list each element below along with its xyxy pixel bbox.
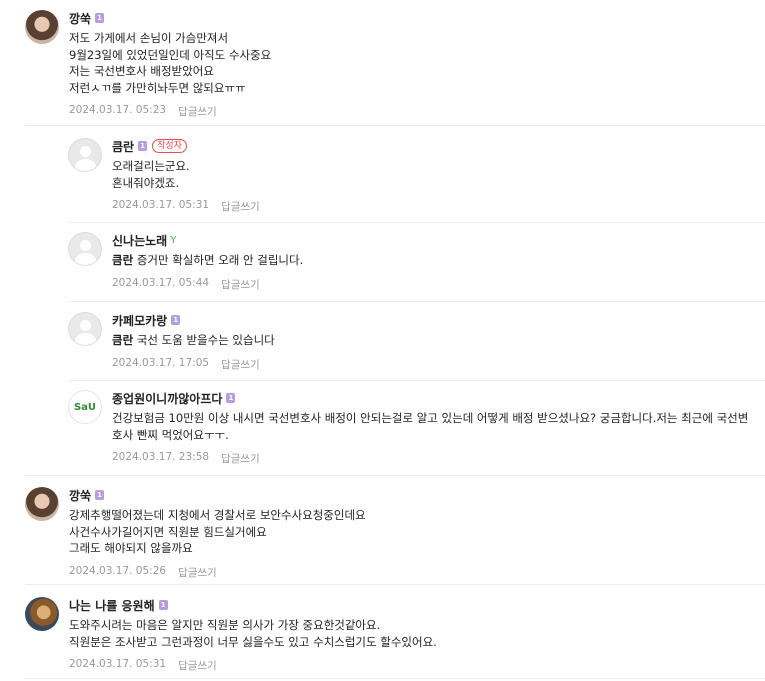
member-level-icon: 1 xyxy=(226,393,236,403)
avatar[interactable] xyxy=(25,10,59,44)
comment-date: 2024.03.17. 17:05 xyxy=(112,356,210,369)
comment-text: 큼란 증거만 확실하면 오래 안 걸립니다. xyxy=(112,252,303,269)
comment-item: 깡쑥 1 강제추행떨어졌는데 지청에서 경찰서로 보안수사요청중인데요 사건수사… xyxy=(25,487,366,580)
member-level-icon: 1 xyxy=(171,315,181,325)
reply-item: 큼란 1 작성자 오래걸리는군요. 혼내줘야겠죠. 2024.03.17. 05… xyxy=(68,138,260,214)
member-level-icon: 1 xyxy=(138,141,148,151)
reply-button[interactable]: 답글쓰기 xyxy=(178,658,217,673)
sprout-icon: Y xyxy=(170,234,177,246)
comment-body: 증거만 확실하면 오래 안 걸립니다. xyxy=(136,253,304,267)
reply-item: SaU 종업원이니까않아프다 1 건강보험금 10만원 이상 내시면 국선변호사… xyxy=(68,390,752,466)
comment-nickname[interactable]: 나는 나를 응원해 xyxy=(69,597,155,614)
comment-divider xyxy=(25,475,765,476)
comment-divider xyxy=(25,584,765,585)
mention-tag[interactable]: 큼란 xyxy=(112,333,133,347)
comment-nickname[interactable]: 카페모카랑 xyxy=(112,312,167,329)
comment-date: 2024.03.17. 05:31 xyxy=(112,199,210,211)
comment-item: 깡쑥 1 저도 가게에서 손님이 가슴만져서 9월23일에 있었던일인데 아직도… xyxy=(25,10,271,119)
reply-button[interactable]: 답글쓰기 xyxy=(221,451,260,466)
comment-item: 나는 나를 응원해 1 도와주시려는 마음은 알지만 직원분 의사가 가장 중요… xyxy=(25,597,437,673)
avatar[interactable] xyxy=(68,312,102,346)
avatar[interactable] xyxy=(68,138,102,172)
avatar[interactable]: SaU xyxy=(68,390,102,424)
comment-text: 큼란 국선 도움 받을수는 있습니다 xyxy=(112,332,275,349)
comment-thread: 깡쑥 1 저도 가게에서 손님이 가슴만져서 9월23일에 있었던일인데 아직도… xyxy=(0,0,765,681)
reply-button[interactable]: 답글쓰기 xyxy=(178,104,217,119)
reply-item: 신나는노래 Y 큼란 증거만 확실하면 오래 안 걸립니다. 2024.03.1… xyxy=(68,232,303,292)
comment-nickname[interactable]: 신나는노래 xyxy=(112,232,167,249)
comment-body: 국선 도움 받을수는 있습니다 xyxy=(136,333,275,347)
comment-divider xyxy=(68,222,765,223)
comment-date: 2024.03.17. 05:26 xyxy=(69,564,167,577)
reply-button[interactable]: 답글쓰기 xyxy=(221,357,260,372)
avatar[interactable] xyxy=(68,232,102,266)
reply-button[interactable]: 답글쓰기 xyxy=(178,565,217,580)
comment-date: 2024.03.17. 05:31 xyxy=(69,658,167,670)
comment-text: 오래걸리는군요. 혼내줘야겠죠. xyxy=(112,159,190,190)
comment-date: 2024.03.17. 05:23 xyxy=(69,104,167,116)
member-level-icon: 1 xyxy=(95,13,105,23)
comment-divider xyxy=(68,380,765,381)
mention-tag[interactable]: 큼란 xyxy=(112,253,133,267)
avatar[interactable] xyxy=(25,487,59,521)
comment-nickname[interactable]: 종업원이니까않아프다 xyxy=(112,390,222,407)
comment-divider xyxy=(25,125,765,126)
comment-text: 강제추행떨어졌는데 지청에서 경찰서로 보안수사요청중인데요 사건수사가길어지면… xyxy=(69,508,366,555)
avatar[interactable] xyxy=(25,597,59,631)
comment-divider xyxy=(25,678,765,679)
comment-nickname[interactable]: 깡쑥 xyxy=(69,10,91,27)
member-level-icon: 1 xyxy=(95,490,105,500)
comment-text: 도와주시려는 마음은 알지만 직원분 의사가 가장 중요한것같아요. 직원분은 … xyxy=(69,618,437,649)
comment-nickname[interactable]: 큼란 xyxy=(112,138,134,155)
reply-item: 카페모카랑 1 큼란 국선 도움 받을수는 있습니다 2024.03.17. 1… xyxy=(68,312,275,372)
comment-date: 2024.03.17. 05:44 xyxy=(112,276,210,289)
member-level-icon: 1 xyxy=(158,600,168,610)
comment-divider xyxy=(68,301,765,302)
reply-button[interactable]: 답글쓰기 xyxy=(221,199,260,214)
reply-button[interactable]: 답글쓰기 xyxy=(221,277,260,292)
author-badge: 작성자 xyxy=(152,139,187,153)
comment-text: 저도 가게에서 손님이 가슴만져서 9월23일에 있었던일인데 아직도 수사중요… xyxy=(69,31,272,95)
comment-text: 건강보험금 10만원 이상 내시면 국선변호사 배정이 안되는걸로 알고 있는데… xyxy=(112,411,749,442)
comment-nickname[interactable]: 깡쑥 xyxy=(69,487,91,504)
comment-date: 2024.03.17. 23:58 xyxy=(112,451,210,463)
